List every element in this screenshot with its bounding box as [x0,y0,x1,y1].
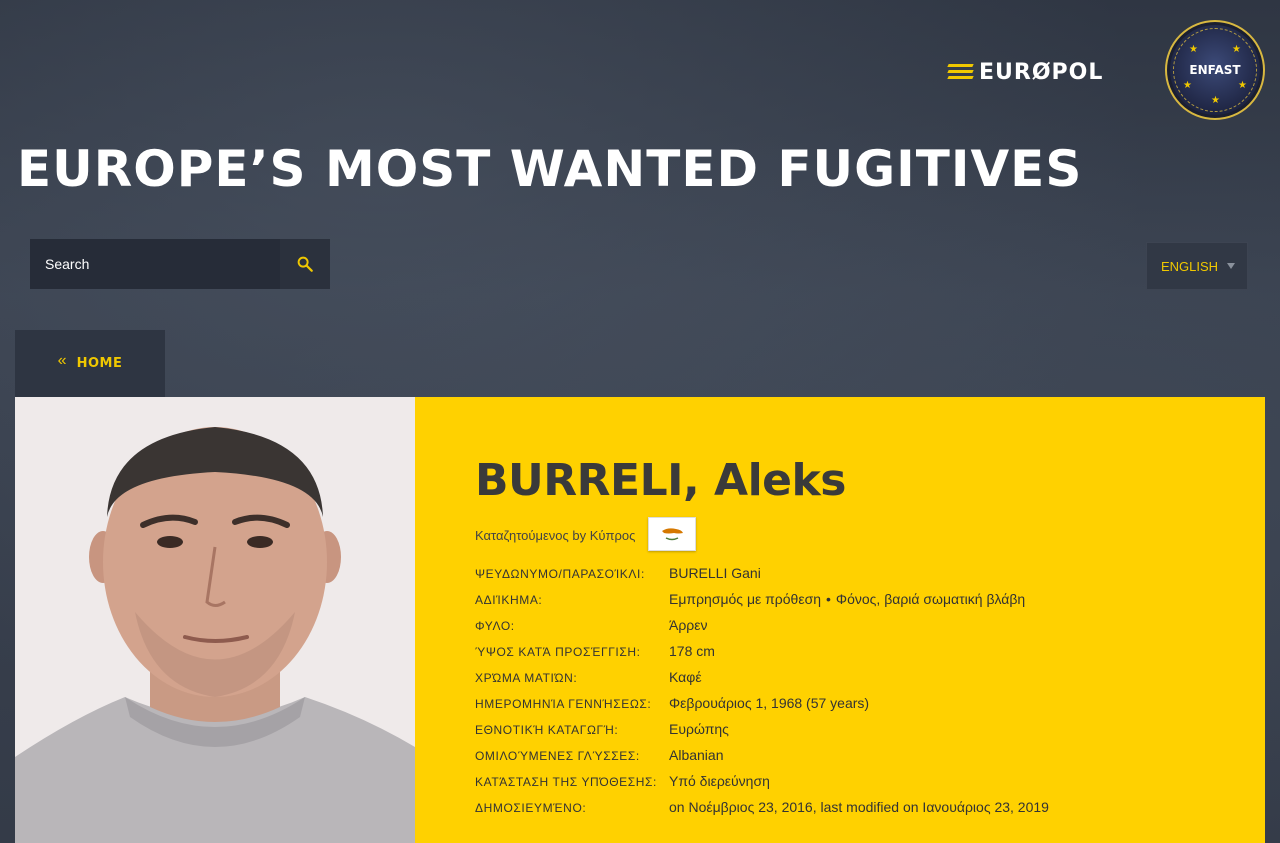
detail-label: ΑΔΙΊΚΗΜΑ: [475,593,543,607]
detail-value: Υπό διερεύνηση [669,773,770,789]
detail-value: Καφέ [669,669,702,685]
europol-mark-icon [947,63,974,81]
double-chevron-left-icon: « [57,351,67,369]
star-icon: ★ [1183,80,1192,91]
fugitive-photo [15,397,415,843]
detail-label: ΟΜΙΛΟΎΜΕΝΕΣ ΓΛΎΣΣΕΣ: [475,749,640,763]
enfast-logo[interactable]: ★ ★ ★ ★ ★ ENFAST [1165,20,1265,120]
cyprus-flag-icon [648,517,696,551]
detail-row-height: ΎΨΟΣ ΚΑΤΆ ΠΡΟΣΈΓΓΙΣΗ: 178 cm [475,643,1049,669]
page-title: EUROPE’S MOST WANTED FUGITIVES [17,140,1083,198]
star-icon: ★ [1211,95,1220,106]
detail-row-birthdate: ΗΜΕΡΟΜΗΝΊΑ ΓΕΝΝΉΣΕΩΣ: Φεβρουάριος 1, 196… [475,695,1049,721]
detail-label: ΎΨΟΣ ΚΑΤΆ ΠΡΟΣΈΓΓΙΣΗ: [475,645,641,659]
crime-item[interactable]: Εμπρησμός με πρόθεση [669,591,821,607]
details-table: ΨΕΥΔΩΝΥΜΟ/ΠΑΡΑΣΟΊΚΛΙ: BURELLI Gani ΑΔΙΊΚ… [475,565,1049,825]
europol-logo-text: EURØPOL [979,59,1104,85]
detail-row-crime: ΑΔΙΊΚΗΜΑ: Εμπρησμός με πρόθεση • Φόνος, βα… [475,591,1049,617]
language-selected: ENGLISH [1161,258,1219,274]
search-icon [297,256,313,272]
europol-logo[interactable]: EURØPOL [947,59,1104,85]
star-icon: ★ [1189,44,1198,55]
caret-down-icon [1227,263,1235,269]
detail-label: ΨΕΥΔΩΝΥΜΟ/ΠΑΡΑΣΟΊΚΛΙ: [475,567,645,581]
star-icon: ★ [1232,44,1241,55]
detail-label: ΚΑΤΆΣΤΑΣΗ ΤΗΣ ΥΠΌΘΕΣΗΣ: [475,775,657,789]
detail-row-eye-color: ΧΡΏΜΑ ΜΑΤΙΏΝ: Καφέ [475,669,1049,695]
detail-row-ethnic-origin: ΕΘΝΟΤΙΚΉ ΚΑΤΑΓΩΓΉ: Ευρώπης [475,721,1049,747]
detail-value: Άρρεν [669,617,708,633]
detail-label: ΕΘΝΟΤΙΚΉ ΚΑΤΑΓΩΓΉ: [475,723,619,737]
detail-value: Φεβρουάριος 1, 1968 (57 years) [669,695,870,711]
detail-value: Εμπρησμός με πρόθεση • Φόνος, βαριά σωματι… [669,591,1025,607]
detail-label: ΧΡΏΜΑ ΜΑΤΙΏΝ: [475,671,578,685]
wanted-by-text: Καταζητούμενος by Κύπρος [475,528,636,543]
search-input[interactable] [30,239,280,289]
detail-row-case-status: ΚΑΤΆΣΤΑΣΗ ΤΗΣ ΥΠΌΘΕΣΗΣ: Υπό διερεύνηση [475,773,1049,799]
detail-row-languages: ΟΜΙΛΟΎΜΕΝΕΣ ΓΛΎΣΣΕΣ: Albanian [475,747,1049,773]
bullet-separator: • [826,591,831,607]
cyprus-flag-shape [652,521,692,547]
detail-label: ΗΜΕΡΟΜΗΝΊΑ ΓΕΝΝΉΣΕΩΣ: [475,697,652,711]
detail-row-alias: ΨΕΥΔΩΝΥΜΟ/ΠΑΡΑΣΟΊΚΛΙ: BURELLI Gani [475,565,1049,591]
star-icon: ★ [1238,80,1247,91]
detail-value: Albanian [669,747,724,763]
search-button[interactable] [280,239,330,289]
detail-value: Ευρώπης [669,721,729,737]
crime-item[interactable]: Φόνος, βαριά σωματική βλάβη [836,591,1025,607]
detail-label: ΦΥΛΟ: [475,619,515,633]
fugitive-name: BURRELI, Aleks [475,455,846,506]
fugitive-details: BURRELI, Aleks Καταζητούμενος by Κύπρος … [415,397,1265,843]
home-link[interactable]: « HOME [15,330,165,397]
detail-row-published: ΔΗΜΟΣΙΕΥΜΈΝΟ: on Νοέμβριος 23, 2016, las… [475,799,1049,825]
detail-value: BURELLI Gani [669,565,761,581]
fugitive-portrait [15,397,415,843]
detail-row-sex: ΦΥΛΟ: Άρρεν [475,617,1049,643]
enfast-logo-text: ENFAST [1189,63,1241,77]
wanted-by: Καταζητούμενος by Κύπρος [475,528,635,543]
language-select[interactable]: ENGLISH [1146,242,1248,290]
search-box [30,239,330,289]
detail-label: ΔΗΜΟΣΙΕΥΜΈΝΟ: [475,801,587,815]
detail-value: 178 cm [669,643,715,659]
detail-value: on Νοέμβριος 23, 2016, last modified on … [669,799,1049,815]
home-label: HOME [76,356,123,371]
